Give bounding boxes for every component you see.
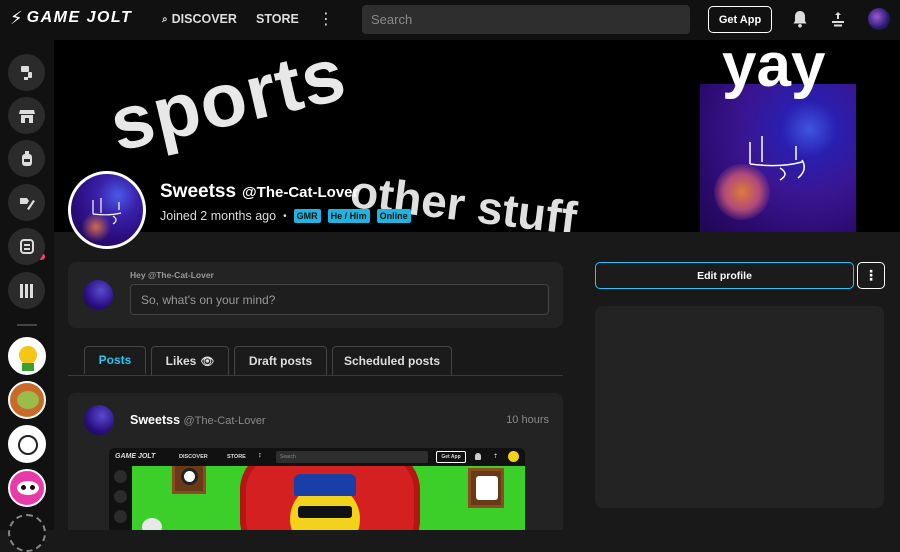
- community-avatar-3[interactable]: [8, 425, 46, 463]
- post-image[interactable]: GAME JOLT DISCOVER STORE ⋮ Search Get Ap…: [109, 448, 525, 530]
- post-author-avatar[interactable]: [84, 405, 114, 435]
- profile-meta: Joined 2 months ago • GMR He / Him Onlin…: [160, 209, 411, 223]
- joined-date: Joined 2 months ago: [160, 209, 277, 223]
- tag-pronouns: He / Him: [327, 209, 370, 223]
- tab-draft-posts[interactable]: Draft posts: [234, 346, 327, 375]
- left-sidebar: [0, 40, 54, 552]
- user-avatar[interactable]: [868, 8, 890, 30]
- embedded-logo: GAME JOLT: [115, 453, 156, 460]
- sunglasses: [298, 506, 352, 518]
- composer-avatar: [83, 280, 113, 310]
- sidebar-chat-button[interactable]: [8, 228, 45, 265]
- quests-icon[interactable]: [830, 10, 846, 28]
- embedded-more-icon: ⋮: [257, 453, 263, 459]
- embedded-quests-icon: ⇡: [493, 454, 499, 460]
- display-name: Sweetss: [160, 181, 237, 202]
- community-avatar-1[interactable]: [8, 337, 46, 375]
- profile-more-icon[interactable]: ⋮: [857, 262, 885, 289]
- store-link[interactable]: STORE: [256, 12, 299, 26]
- tab-scheduled-posts[interactable]: Scheduled posts: [332, 346, 452, 375]
- cat-sketch-icon: [92, 198, 122, 225]
- edit-profile-button[interactable]: Edit profile: [595, 262, 854, 289]
- profile-handle: @The-Cat-Lover: [242, 184, 359, 201]
- white-blob: [142, 518, 162, 530]
- discover-link[interactable]: ⌕ DISCOVER: [162, 12, 237, 26]
- tab-likes[interactable]: Likes 👁: [151, 346, 229, 375]
- add-community-button[interactable]: [8, 514, 46, 552]
- sidebar-library-button[interactable]: [8, 272, 45, 309]
- meta-separator: •: [283, 210, 287, 222]
- banner-text-sports: sports: [102, 40, 354, 168]
- community-avatar-4[interactable]: [8, 469, 46, 507]
- sidebar-discover-button[interactable]: [8, 54, 45, 91]
- hidden-eye-icon: 👁: [200, 355, 215, 368]
- discover-label: DISCOVER: [171, 12, 237, 26]
- post-composer: Hey @The-Cat-Lover: [68, 262, 563, 328]
- profile-tabs: Posts Likes 👁 Draft posts Scheduled posts: [68, 346, 563, 376]
- profile-info-panel: [595, 306, 884, 508]
- embedded-search: Search: [276, 451, 428, 463]
- embedded-avatar: [508, 451, 519, 462]
- tag-online: Online: [376, 209, 411, 223]
- embedded-game-scene: [132, 466, 525, 530]
- post-timestamp: 10 hours: [506, 414, 549, 426]
- bell-icon[interactable]: [792, 10, 808, 28]
- discover-icon: [20, 65, 32, 80]
- tab-label: Scheduled posts: [343, 354, 441, 368]
- tab-label: Draft posts: [248, 354, 313, 368]
- composer-input[interactable]: [130, 284, 549, 315]
- picture-frame-1: [172, 466, 206, 494]
- community-avatar-2[interactable]: [8, 381, 46, 419]
- post-author-name: Sweetss: [130, 413, 181, 427]
- sidebar-creator-button[interactable]: [8, 184, 45, 221]
- post-author[interactable]: Sweetss @The-Cat-Lover: [130, 413, 266, 427]
- profile-banner: sports other stuff yay: [54, 40, 900, 232]
- search-input[interactable]: [362, 5, 690, 34]
- banner-art-card: [700, 84, 856, 232]
- library-icon: [19, 283, 33, 298]
- creator-icon: [19, 197, 35, 210]
- tab-label: Likes: [165, 354, 197, 368]
- backpack-icon: [21, 150, 32, 166]
- sidebar-backpack-button[interactable]: [8, 140, 45, 177]
- top-bar: ⚡ GAME JOLT ⌕ DISCOVER STORE ⋮ Get App: [0, 0, 900, 40]
- profile-avatar[interactable]: [68, 171, 146, 249]
- banner-text-yay: yay: [722, 40, 826, 100]
- embedded-get-app: Get App: [436, 451, 466, 463]
- profile-name: Sweetss @The-Cat-Lover: [160, 181, 358, 203]
- more-menu-icon[interactable]: ⋮: [318, 9, 334, 29]
- sidebar-divider: [17, 324, 37, 326]
- gamejolt-logo[interactable]: ⚡ GAME JOLT: [10, 9, 132, 27]
- discover-icon: ⌕: [162, 13, 168, 25]
- post-author-handle: @The-Cat-Lover: [183, 415, 266, 427]
- cat-sketch-icon: [749, 136, 805, 181]
- embedded-sidebar: [109, 466, 132, 530]
- embedded-top-bar: GAME JOLT DISCOVER STORE ⋮ Search Get Ap…: [109, 448, 525, 466]
- bolt-icon: ⚡: [10, 8, 23, 28]
- store-icon: [18, 109, 35, 123]
- get-app-button[interactable]: Get App: [708, 6, 772, 33]
- embedded-bell-icon: [475, 453, 481, 460]
- feed-post[interactable]: Sweetss @The-Cat-Lover 10 hours GAME JOL…: [68, 393, 563, 530]
- logo-text: GAME JOLT: [26, 9, 133, 26]
- tag-gmr: GMR: [293, 209, 321, 223]
- picture-frame-2: [468, 468, 504, 508]
- composer-greeting: Hey @The-Cat-Lover: [130, 270, 214, 280]
- embedded-discover: DISCOVER: [179, 454, 208, 460]
- blue-cap: [294, 474, 356, 496]
- chat-icon: [19, 238, 34, 254]
- sidebar-store-button[interactable]: [8, 97, 45, 134]
- tab-posts[interactable]: Posts: [84, 346, 146, 375]
- embedded-store: STORE: [227, 454, 246, 460]
- tab-label: Posts: [98, 353, 132, 367]
